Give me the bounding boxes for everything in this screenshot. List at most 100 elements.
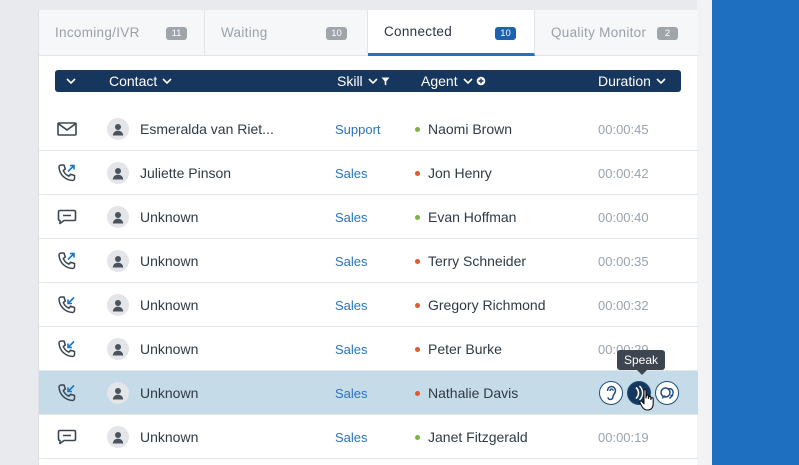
chevron-down-icon (368, 78, 378, 84)
table-row[interactable]: Unknown Sales Janet Fitzgerald 00:00:19 (39, 415, 698, 459)
table-row[interactable]: Unknown Sales Nathalie Davis (39, 371, 698, 415)
agent-name: Terry Schneider (428, 253, 527, 269)
user-icon (107, 338, 129, 360)
tab-bar: Incoming/IVR 11 Waiting 10 Connected 10 … (39, 10, 698, 56)
contact-avatar (107, 327, 129, 371)
contact-name: Unknown (140, 253, 199, 269)
inbound-call-icon (55, 283, 79, 327)
filter-icon[interactable] (381, 77, 390, 86)
agent-status-dot (415, 302, 420, 308)
skill-link[interactable]: Sales (335, 415, 368, 459)
skill-link[interactable]: Sales (335, 239, 368, 283)
user-icon (107, 250, 129, 272)
duration: 00:00:40 (598, 209, 649, 225)
user-icon (107, 162, 129, 184)
interactions-panel: Incoming/IVR 11 Waiting 10 Connected 10 … (38, 10, 698, 465)
agent-status-dot (415, 346, 420, 352)
agent-status-dot (415, 126, 420, 132)
table-row[interactable]: Unknown Sales Peter Burke 00:00:29 (39, 327, 698, 371)
inbound-call-icon (55, 371, 79, 415)
skill-link[interactable]: Sales (335, 327, 368, 371)
background-side-panel (712, 0, 799, 465)
outbound-call-icon (55, 239, 79, 283)
agent: Jon Henry (415, 151, 492, 195)
tab-label: Incoming/IVR (55, 25, 140, 40)
tab-count-badge: 10 (495, 27, 516, 40)
skill-link[interactable]: Sales (335, 151, 368, 195)
contact-name: Unknown (140, 341, 199, 357)
outbound-call-icon (55, 151, 79, 195)
tab-label: Waiting (221, 25, 268, 40)
speak-tooltip: Speak (617, 350, 665, 375)
chevron-down-icon (162, 78, 172, 84)
agent-name: Gregory Richmond (428, 297, 546, 313)
background-gap (697, 0, 712, 465)
agent-name: Janet Fitzgerald (428, 429, 528, 445)
skill-link[interactable]: Sales (335, 195, 368, 239)
tab-label: Quality Monitor (551, 25, 647, 40)
agent-name: Nathalie Davis (428, 385, 519, 401)
duration: 00:00:42 (598, 165, 649, 181)
agent-status-dot (415, 390, 420, 396)
agent: Terry Schneider (415, 239, 526, 283)
user-icon (107, 206, 129, 228)
table-row[interactable]: Juliette Pinson Sales Jon Henry 00:00:42 (39, 151, 698, 195)
column-header-contact[interactable]: Contact (109, 70, 172, 92)
duration: 00:00:35 (598, 253, 649, 269)
column-label: Agent (421, 73, 458, 89)
listen-icon (604, 385, 618, 401)
contact-avatar (107, 151, 129, 195)
contact-avatar (107, 107, 129, 151)
agent-name: Peter Burke (428, 341, 502, 357)
contact-name: Unknown (140, 429, 199, 445)
table-row[interactable]: Unknown Sales Gregory Richmond 00:00:32 (39, 283, 698, 327)
agent-status-dot (415, 434, 420, 440)
contact-avatar (107, 371, 129, 415)
user-icon (107, 382, 129, 404)
duration: 00:00:32 (598, 297, 649, 313)
interaction-list: Esmeralda van Riet... Support Naomi Brown 0… (39, 107, 698, 459)
tab-connected[interactable]: Connected 10 (368, 10, 535, 56)
listen-button[interactable] (599, 381, 623, 405)
tab-count-badge: 10 (326, 27, 347, 40)
agent: Janet Fitzgerald (415, 415, 528, 459)
chevron-down-icon (656, 78, 666, 84)
tab-quality-monitor[interactable]: Quality Monitor 2 (535, 10, 698, 56)
agent: Peter Burke (415, 327, 502, 371)
contact-name: Juliette Pinson (140, 165, 232, 181)
chat-icon (55, 195, 79, 239)
agent: Gregory Richmond (415, 283, 546, 327)
tab-incoming-ivr[interactable]: Incoming/IVR 11 (39, 10, 205, 56)
skill-link[interactable]: Support (335, 107, 381, 151)
tab-label: Connected (384, 24, 452, 39)
agent-name: Naomi Brown (428, 121, 513, 137)
column-header-agent[interactable]: Agent (421, 70, 486, 92)
contact-avatar (107, 195, 129, 239)
agent-status-dot (415, 170, 420, 176)
contact-name: Unknown (140, 297, 199, 313)
chat-icon (55, 415, 79, 459)
contact-name: Esmeralda van Riet... (140, 121, 274, 137)
column-header-duration[interactable]: Duration (598, 70, 666, 92)
column-label: Skill (337, 73, 363, 89)
hand-cursor-icon (639, 389, 654, 411)
skill-link[interactable]: Sales (335, 283, 368, 327)
tab-waiting[interactable]: Waiting 10 (205, 10, 368, 56)
contact-avatar (107, 283, 129, 327)
barge-button[interactable] (655, 381, 679, 405)
column-label: Duration (598, 73, 651, 89)
agent: Nathalie Davis (415, 371, 518, 415)
add-circle-icon[interactable] (476, 76, 486, 86)
user-icon (107, 118, 129, 140)
select-column-menu[interactable] (61, 70, 76, 92)
contact-name: Unknown (140, 385, 199, 401)
duration: 00:00:19 (598, 429, 649, 445)
table-row[interactable]: Esmeralda van Riet... Support Naomi Brown 0… (39, 107, 698, 151)
barge-icon (659, 385, 675, 401)
tab-count-badge: 11 (166, 27, 187, 40)
skill-link[interactable]: Sales (335, 371, 368, 415)
table-row[interactable]: Unknown Sales Terry Schneider 00:00:35 (39, 239, 698, 283)
column-header-skill[interactable]: Skill (337, 70, 390, 92)
table-row[interactable]: Unknown Sales Evan Hoffman 00:00:40 (39, 195, 698, 239)
agent-status-dot (415, 214, 420, 220)
